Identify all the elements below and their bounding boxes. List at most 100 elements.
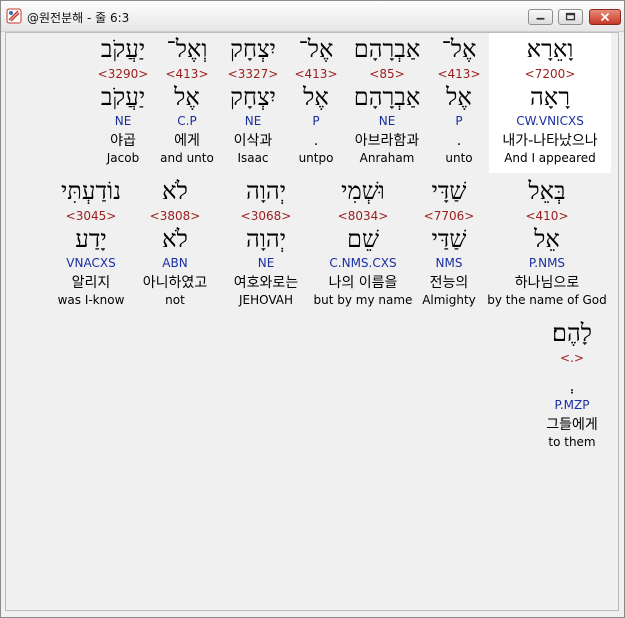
english-gloss: Isaac [237, 151, 269, 165]
hebrew-word: אֶל־ [298, 35, 334, 63]
hebrew-word: בְּאֵל [528, 177, 566, 205]
hebrew-lemma: רָאָה [530, 83, 570, 111]
english-gloss: Almighty [422, 293, 476, 307]
morphology-code: NE [114, 114, 132, 128]
strong-number: <8034> [337, 209, 389, 223]
english-gloss: was I-know [57, 293, 125, 307]
morphology-code: NE [378, 114, 396, 128]
title-bar[interactable]: @원전분해 - 줄 6:3 [1, 1, 624, 32]
hebrew-word: אֶל־ [441, 35, 477, 63]
korean-gloss: . [456, 133, 462, 149]
morphology-code: NMS [435, 256, 463, 270]
hebrew-word: אַבְרָהָם [353, 35, 421, 63]
morphology-code: NE [244, 114, 262, 128]
word-cell[interactable]: אַבְרָהָם <85> אַבְרָהָם NE 아브라함과 Anraha… [345, 33, 429, 173]
strong-number: <3045> [65, 209, 117, 223]
english-gloss: Anraham [359, 151, 415, 165]
close-button[interactable] [589, 9, 621, 25]
english-gloss: untpo [298, 151, 334, 165]
hebrew-lemma: אֵל [534, 225, 560, 253]
hebrew-word: וְאֶל־ [166, 35, 208, 63]
word-cell[interactable]: בְּאֵל <410> אֵל P.NMS 하나님으로 by the name… [485, 175, 609, 315]
word-cell[interactable]: וְאֶל־ <413> אֶל C.P 에게 and unto [155, 33, 219, 173]
hebrew-lemma: יָדַע [75, 225, 107, 253]
korean-gloss: 야곱 [110, 133, 136, 149]
hebrew-word: לָהֶם׃ [551, 319, 592, 347]
hebrew-word: יַעֲקֹב [100, 35, 146, 63]
english-gloss: JEHOVAH [238, 293, 294, 307]
morphology-code: C.NMS.CXS [329, 256, 397, 270]
hebrew-lemma: אֶל [303, 83, 329, 111]
korean-gloss: . [313, 133, 319, 149]
word-cell[interactable]: שַׁדָּי <7706> שַׁדַּי NMS 전능의 Almighty [419, 175, 479, 315]
strong-number: <3068> [240, 209, 292, 223]
hebrew-word: וָאֵרָא [526, 35, 574, 63]
korean-gloss: 알리지 [71, 275, 111, 291]
hebrew-lemma: אֶל [174, 83, 200, 111]
strong-number: <413> [294, 67, 338, 81]
english-gloss: and unto [160, 151, 214, 165]
maximize-button[interactable] [558, 9, 583, 25]
korean-gloss: 여호와로는 [233, 275, 299, 291]
word-cell[interactable]: יַעֲקֹב <3290> יַעֲקֹב NE 야곱 Jacob [91, 33, 155, 173]
hebrew-word: וּשְׁמִי [341, 177, 385, 205]
hebrew-lemma: ְ [534, 367, 610, 395]
word-cell[interactable]: יְהוָה <3068> יְהוָה NE 여호와로는 JEHOVAH [225, 175, 307, 315]
word-cell[interactable]: יִצְחָק <3327> יִצְחָק NE 이삭과 Isaac [219, 33, 287, 173]
strong-number: <7200> [524, 67, 576, 81]
morphology-code: VNACXS [66, 256, 116, 270]
english-gloss: but by my name [313, 293, 413, 307]
morphology-code: P.MZP [554, 398, 590, 412]
korean-gloss: 그들에게 [546, 417, 598, 433]
hebrew-lemma: יְהוָה [245, 225, 287, 253]
korean-gloss: 아브라함과 [354, 133, 420, 149]
korean-gloss: 하나님으로 [514, 275, 580, 291]
minimize-icon [536, 17, 545, 20]
strong-number: <3808> [149, 209, 201, 223]
hebrew-lemma: אֶל [446, 83, 472, 111]
hebrew-lemma: שֵׁם [347, 225, 379, 253]
strong-number: <.> [560, 351, 584, 365]
english-gloss: by the name of God [487, 293, 607, 307]
app-icon[interactable] [6, 8, 22, 24]
app-window: @원전분해 - 줄 6:3 וָאֵרָא <7200> רָאָה CW.VN… [0, 0, 625, 618]
morphology-code: P [312, 114, 320, 128]
english-gloss: not [165, 293, 185, 307]
hebrew-word: יְהוָה [245, 177, 287, 205]
hebrew-lemma: שַׁדַּי [431, 225, 467, 253]
close-icon [600, 12, 610, 22]
word-cell[interactable]: וָאֵרָא <7200> רָאָה CW.VNICXS 내가-나타났으나 … [489, 33, 611, 173]
korean-gloss: 이삭과 [233, 133, 273, 149]
hebrew-lemma: יַעֲקֹב [100, 83, 146, 111]
hebrew-lemma: יִצְחָק [230, 83, 276, 111]
word-cell[interactable]: וּשְׁמִי <8034> שֵׁם C.NMS.CXS 나의 이름을 bu… [313, 175, 413, 315]
morphology-code: C.P [177, 114, 197, 128]
english-gloss: And I appeared [504, 151, 596, 165]
strong-number: <410> [525, 209, 569, 223]
korean-gloss: 전능의 [429, 275, 469, 291]
maximize-icon [565, 12, 576, 21]
word-cell[interactable]: לָהֶם׃ <.> ְ P.MZP 그들에게 to them [534, 317, 610, 457]
hebrew-word: יִצְחָק [230, 35, 276, 63]
korean-gloss: 내가-나타났으나 [502, 133, 598, 149]
window-bottom-edge [1, 611, 624, 617]
interlinear-panel[interactable]: וָאֵרָא <7200> רָאָה CW.VNICXS 내가-나타났으나 … [5, 32, 619, 611]
word-cell[interactable]: אֶל־ <413> אֶל P . untpo [287, 33, 345, 173]
word-cell[interactable]: נוֹדַעְתִּי <3045> יָדַע VNACXS 알리지 was … [56, 175, 126, 315]
english-gloss: unto [445, 151, 473, 165]
korean-gloss: 에게 [174, 133, 200, 149]
hebrew-word: לֹא [162, 177, 188, 205]
word-cell[interactable]: לֹא <3808> לֹא ABN 아니하였고 not [135, 175, 215, 315]
hebrew-word: נוֹדַעְתִּי [61, 177, 121, 205]
minimize-button[interactable] [528, 9, 553, 25]
window-title: @원전분해 - 줄 6:3 [27, 11, 130, 25]
korean-gloss: 나의 이름을 [328, 275, 398, 291]
morphology-code: ABN [162, 256, 188, 270]
korean-gloss: 아니하였고 [142, 275, 208, 291]
strong-number: <85> [369, 67, 405, 81]
hebrew-lemma: אַבְרָהָם [353, 83, 421, 111]
word-cell[interactable]: אֶל־ <413> אֶל P . unto [429, 33, 489, 173]
hebrew-word: שַׁדָּי [431, 177, 467, 205]
english-gloss: Jacob [106, 151, 140, 165]
strong-number: <3290> [97, 67, 149, 81]
